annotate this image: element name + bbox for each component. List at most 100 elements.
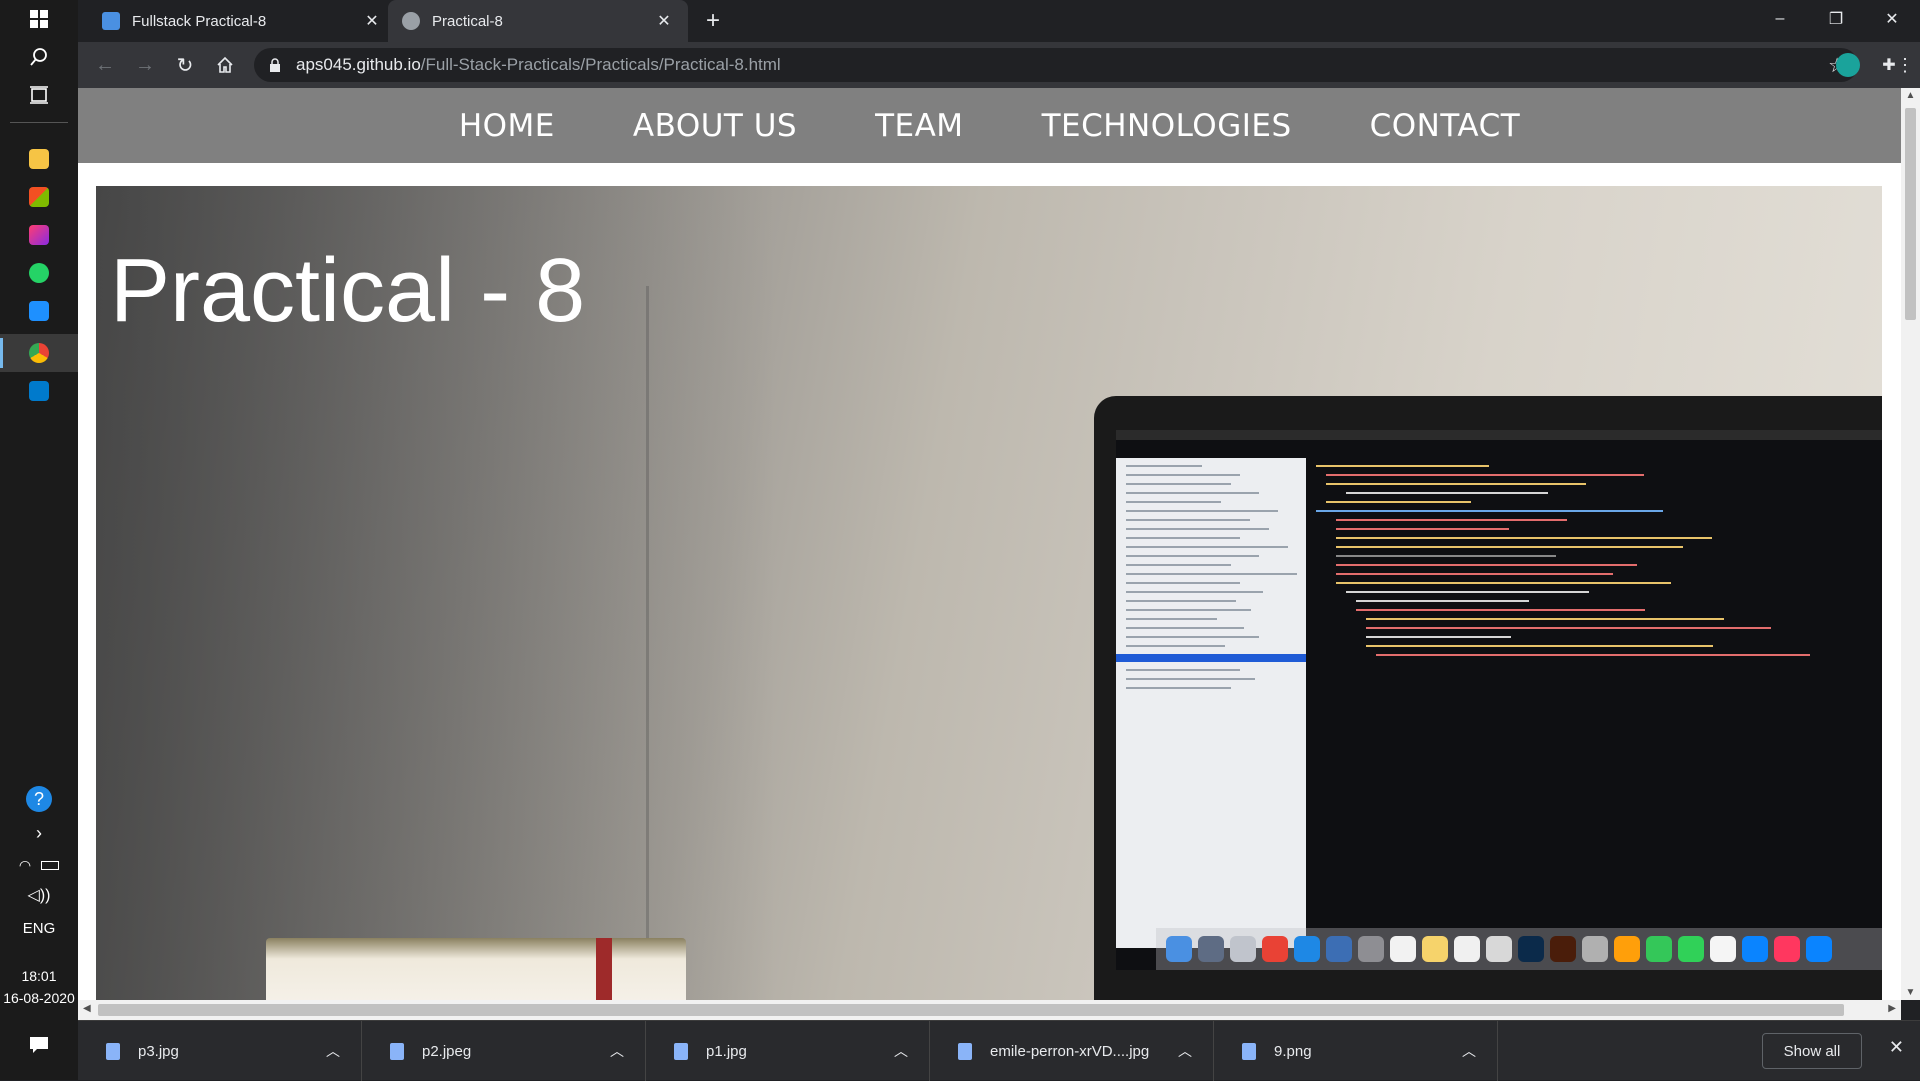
nav-link-about-us[interactable]: ABOUT US [633,108,797,144]
download-shelf: p3.jpg ︿ p2.jpeg ︿ p1.jpg ︿ emile-perron… [78,1020,1920,1081]
taskbar-file-explorer[interactable] [0,140,78,178]
chevron-up-icon[interactable]: ︿ [1170,1041,1200,1061]
horizontal-scrollbar[interactable]: ◀ ▶ [78,1000,1901,1020]
close-window-button[interactable]: ✕ [1864,0,1920,38]
language-indicator[interactable]: ENG [0,920,78,937]
vertical-scrollbar[interactable]: ▲ ▼ [1901,88,1920,1000]
taskbar-whatsapp[interactable] [0,254,78,292]
file-icon [958,1042,972,1060]
tab-title: Fullstack Practical-8 [132,12,267,30]
more-vertical-icon: ⋮ [1896,54,1914,75]
vertical-scroll-thumb[interactable] [1905,108,1916,320]
download-filename: 9.png [1274,1042,1312,1060]
reload-icon: ↻ [176,54,194,77]
windows-taskbar: ? › ◠ ◁)) ENG 18:01 16-08-2020 [0,0,78,1080]
download-item[interactable]: 9.png ︿ [1214,1021,1498,1081]
taskbar-separator [10,122,68,123]
globe-favicon-icon [402,12,420,30]
browser-tab-strip: Fullstack Practical-8 ✕ Practical-8 ✕ + … [78,0,1920,42]
forward-button[interactable]: → [130,50,160,80]
windows-logo-icon [30,10,48,28]
app-icon-2 [29,301,49,321]
book-photo [266,938,686,1000]
search-icon [30,48,47,66]
help-icon: ? [26,786,52,812]
taskbar-store[interactable] [0,178,78,216]
task-view-button[interactable] [0,76,78,114]
web-page: HOME ABOUT US TEAM TECHNOLOGIES CONTACT [78,88,1901,1000]
taskbar-vscode[interactable] [0,372,78,410]
taskbar-chrome[interactable] [0,334,78,372]
editor-file-tree [1116,458,1306,948]
download-item[interactable]: emile-perron-xrVD....jpg ︿ [930,1021,1214,1081]
scroll-right-icon[interactable]: ▶ [1888,1003,1896,1014]
reload-button[interactable]: ↻ [170,50,200,80]
file-icon [106,1042,120,1060]
chevron-up-icon[interactable]: ︿ [318,1041,348,1061]
chevron-right-icon: › [36,822,42,843]
tab-practical-8[interactable]: Practical-8 ✕ [388,0,688,42]
arrow-left-icon: ← [95,53,115,76]
minimize-button[interactable]: – [1752,0,1808,38]
chevron-up-icon[interactable]: ︿ [886,1041,916,1061]
close-icon[interactable]: ✕ [1889,1037,1904,1058]
document-favicon-icon [102,12,120,30]
download-item[interactable]: p1.jpg ︿ [646,1021,930,1081]
download-filename: emile-perron-xrVD....jpg [990,1042,1150,1060]
download-item[interactable]: p3.jpg ︿ [78,1021,362,1081]
wall-corner [646,286,649,986]
editor-menubar [1116,430,1882,440]
download-filename: p2.jpeg [422,1042,472,1060]
browser-toolbar: ← → ↻ aps045.github.io/Full-Stack-Practi… [78,42,1920,88]
chevron-up-icon[interactable]: ︿ [1454,1041,1484,1061]
hero-image: Practical - 8 [96,186,1882,1000]
wifi-icon: ◠ [18,856,32,873]
clock-time[interactable]: 18:01 [0,968,78,984]
address-bar[interactable]: aps045.github.io/Full-Stack-Practicals/P… [254,48,1858,82]
clock-date[interactable]: 16-08-2020 [0,990,78,1006]
scroll-left-icon[interactable]: ◀ [83,1003,91,1014]
search-button[interactable] [0,38,78,76]
back-button[interactable]: ← [90,50,120,80]
taskbar-app[interactable] [0,216,78,254]
tab-fullstack-practical-8[interactable]: Fullstack Practical-8 ✕ [88,0,396,42]
nav-link-home[interactable]: HOME [459,108,555,144]
file-icon [674,1042,688,1060]
scroll-up-icon[interactable]: ▲ [1901,90,1920,101]
close-icon[interactable]: ✕ [654,11,674,31]
url-path: /Full-Stack-Practicals/Practicals/Practi… [420,55,781,74]
laptop-screen [1116,430,1882,970]
close-icon[interactable]: ✕ [362,11,382,31]
mac-dock [1156,928,1882,970]
speaker-icon: ◁)) [27,887,51,904]
help-button[interactable]: ? [0,780,78,818]
file-explorer-icon [29,149,49,169]
nav-link-contact[interactable]: CONTACT [1370,108,1521,144]
file-icon [390,1042,404,1060]
download-filename: p3.jpg [138,1042,179,1060]
show-all-downloads-button[interactable]: Show all [1762,1033,1862,1069]
file-icon [1242,1042,1256,1060]
whatsapp-icon [29,263,49,283]
chrome-icon [29,343,49,363]
home-button[interactable] [210,50,240,80]
extension-avatar[interactable] [1836,53,1860,77]
chevron-up-icon[interactable]: ︿ [602,1041,632,1061]
editor-code-area [1316,458,1882,948]
volume-button[interactable]: ◁)) [0,876,78,914]
restore-button[interactable]: ❐ [1808,0,1864,38]
horizontal-scroll-thumb[interactable] [98,1004,1844,1016]
chrome-menu-button[interactable]: ⋮ [1890,50,1920,80]
new-tab-button[interactable]: + [698,6,728,36]
download-item[interactable]: p2.jpeg ︿ [362,1021,646,1081]
download-filename: p1.jpg [706,1042,747,1060]
laptop-photo [1094,396,1882,1000]
url-host: aps045.github.io [296,55,421,74]
action-center-button[interactable] [0,1026,78,1064]
notification-icon [30,1037,48,1053]
nav-link-team[interactable]: TEAM [875,108,963,144]
nav-link-technologies[interactable]: TECHNOLOGIES [1042,108,1292,144]
scroll-down-icon[interactable]: ▼ [1901,987,1920,998]
taskbar-app-2[interactable] [0,292,78,330]
start-button[interactable] [0,0,78,38]
